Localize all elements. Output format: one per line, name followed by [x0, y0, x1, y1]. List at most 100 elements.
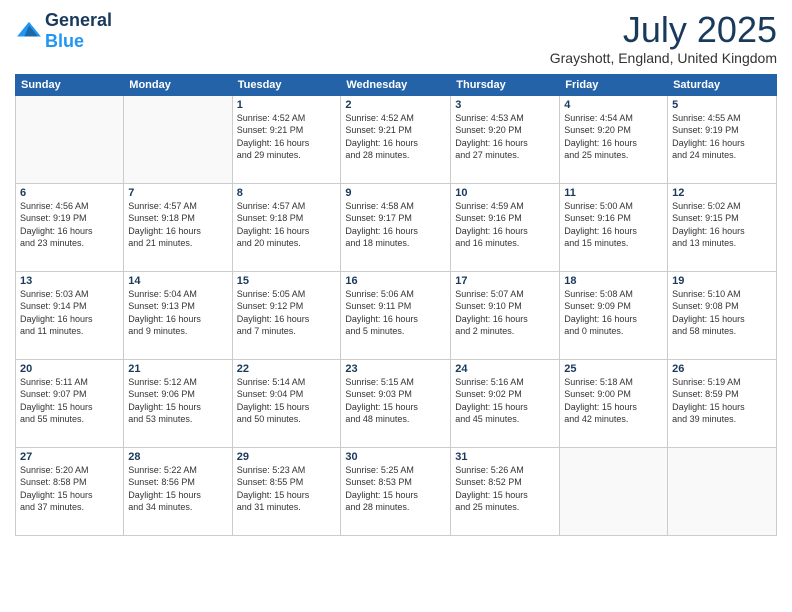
day-number: 30	[345, 451, 446, 463]
calendar-cell: 15Sunrise: 5:05 AM Sunset: 9:12 PM Dayli…	[232, 271, 341, 359]
day-info: Sunrise: 5:10 AM Sunset: 9:08 PM Dayligh…	[672, 288, 772, 338]
calendar-cell: 6Sunrise: 4:56 AM Sunset: 9:19 PM Daylig…	[16, 183, 124, 271]
day-number: 17	[455, 275, 555, 287]
calendar-cell: 21Sunrise: 5:12 AM Sunset: 9:06 PM Dayli…	[124, 359, 232, 447]
day-info: Sunrise: 4:52 AM Sunset: 9:21 PM Dayligh…	[237, 112, 337, 162]
calendar-week-1: 6Sunrise: 4:56 AM Sunset: 9:19 PM Daylig…	[16, 183, 777, 271]
logo-blue: Blue	[45, 31, 84, 51]
calendar-cell: 12Sunrise: 5:02 AM Sunset: 9:15 PM Dayli…	[668, 183, 777, 271]
day-number: 6	[20, 187, 119, 199]
calendar-cell: 24Sunrise: 5:16 AM Sunset: 9:02 PM Dayli…	[451, 359, 560, 447]
day-info: Sunrise: 5:11 AM Sunset: 9:07 PM Dayligh…	[20, 376, 119, 426]
calendar-header-saturday: Saturday	[668, 74, 777, 95]
calendar-header-friday: Friday	[560, 74, 668, 95]
day-info: Sunrise: 5:02 AM Sunset: 9:15 PM Dayligh…	[672, 200, 772, 250]
calendar-cell: 16Sunrise: 5:06 AM Sunset: 9:11 PM Dayli…	[341, 271, 451, 359]
day-number: 13	[20, 275, 119, 287]
calendar-cell: 20Sunrise: 5:11 AM Sunset: 9:07 PM Dayli…	[16, 359, 124, 447]
day-info: Sunrise: 4:54 AM Sunset: 9:20 PM Dayligh…	[564, 112, 663, 162]
calendar-cell: 5Sunrise: 4:55 AM Sunset: 9:19 PM Daylig…	[668, 95, 777, 183]
calendar-cell: 19Sunrise: 5:10 AM Sunset: 9:08 PM Dayli…	[668, 271, 777, 359]
calendar-cell	[668, 447, 777, 535]
month-title: July 2025	[550, 10, 777, 50]
calendar-cell	[560, 447, 668, 535]
calendar-cell: 9Sunrise: 4:58 AM Sunset: 9:17 PM Daylig…	[341, 183, 451, 271]
day-info: Sunrise: 4:55 AM Sunset: 9:19 PM Dayligh…	[672, 112, 772, 162]
day-info: Sunrise: 5:04 AM Sunset: 9:13 PM Dayligh…	[128, 288, 227, 338]
logo-icon	[15, 20, 43, 42]
calendar-cell: 31Sunrise: 5:26 AM Sunset: 8:52 PM Dayli…	[451, 447, 560, 535]
day-number: 24	[455, 363, 555, 375]
day-info: Sunrise: 4:57 AM Sunset: 9:18 PM Dayligh…	[237, 200, 337, 250]
calendar-header-thursday: Thursday	[451, 74, 560, 95]
day-number: 8	[237, 187, 337, 199]
calendar-cell: 29Sunrise: 5:23 AM Sunset: 8:55 PM Dayli…	[232, 447, 341, 535]
day-info: Sunrise: 4:56 AM Sunset: 9:19 PM Dayligh…	[20, 200, 119, 250]
day-info: Sunrise: 5:00 AM Sunset: 9:16 PM Dayligh…	[564, 200, 663, 250]
day-number: 4	[564, 99, 663, 111]
calendar-cell: 4Sunrise: 4:54 AM Sunset: 9:20 PM Daylig…	[560, 95, 668, 183]
day-info: Sunrise: 5:05 AM Sunset: 9:12 PM Dayligh…	[237, 288, 337, 338]
day-number: 27	[20, 451, 119, 463]
calendar-week-3: 20Sunrise: 5:11 AM Sunset: 9:07 PM Dayli…	[16, 359, 777, 447]
calendar-header-wednesday: Wednesday	[341, 74, 451, 95]
calendar-cell: 30Sunrise: 5:25 AM Sunset: 8:53 PM Dayli…	[341, 447, 451, 535]
calendar-cell: 14Sunrise: 5:04 AM Sunset: 9:13 PM Dayli…	[124, 271, 232, 359]
day-info: Sunrise: 5:18 AM Sunset: 9:00 PM Dayligh…	[564, 376, 663, 426]
calendar-cell	[16, 95, 124, 183]
title-block: July 2025 Grayshott, England, United Kin…	[550, 10, 777, 66]
day-number: 2	[345, 99, 446, 111]
day-number: 23	[345, 363, 446, 375]
calendar-week-2: 13Sunrise: 5:03 AM Sunset: 9:14 PM Dayli…	[16, 271, 777, 359]
day-info: Sunrise: 5:07 AM Sunset: 9:10 PM Dayligh…	[455, 288, 555, 338]
calendar-header-tuesday: Tuesday	[232, 74, 341, 95]
day-number: 20	[20, 363, 119, 375]
calendar-week-0: 1Sunrise: 4:52 AM Sunset: 9:21 PM Daylig…	[16, 95, 777, 183]
calendar-cell: 2Sunrise: 4:52 AM Sunset: 9:21 PM Daylig…	[341, 95, 451, 183]
calendar-header-sunday: Sunday	[16, 74, 124, 95]
calendar-header-monday: Monday	[124, 74, 232, 95]
calendar-cell: 3Sunrise: 4:53 AM Sunset: 9:20 PM Daylig…	[451, 95, 560, 183]
day-info: Sunrise: 5:19 AM Sunset: 8:59 PM Dayligh…	[672, 376, 772, 426]
day-info: Sunrise: 4:58 AM Sunset: 9:17 PM Dayligh…	[345, 200, 446, 250]
calendar-cell: 1Sunrise: 4:52 AM Sunset: 9:21 PM Daylig…	[232, 95, 341, 183]
day-number: 5	[672, 99, 772, 111]
day-info: Sunrise: 5:23 AM Sunset: 8:55 PM Dayligh…	[237, 464, 337, 514]
location-title: Grayshott, England, United Kingdom	[550, 50, 777, 66]
day-number: 21	[128, 363, 227, 375]
page: General Blue July 2025 Grayshott, Englan…	[0, 0, 792, 612]
day-info: Sunrise: 5:16 AM Sunset: 9:02 PM Dayligh…	[455, 376, 555, 426]
calendar-header-row: SundayMondayTuesdayWednesdayThursdayFrid…	[16, 74, 777, 95]
day-info: Sunrise: 5:03 AM Sunset: 9:14 PM Dayligh…	[20, 288, 119, 338]
calendar-cell: 28Sunrise: 5:22 AM Sunset: 8:56 PM Dayli…	[124, 447, 232, 535]
day-number: 22	[237, 363, 337, 375]
day-number: 11	[564, 187, 663, 199]
day-info: Sunrise: 5:20 AM Sunset: 8:58 PM Dayligh…	[20, 464, 119, 514]
logo: General Blue	[15, 10, 112, 52]
day-number: 16	[345, 275, 446, 287]
calendar-cell: 10Sunrise: 4:59 AM Sunset: 9:16 PM Dayli…	[451, 183, 560, 271]
calendar-cell: 11Sunrise: 5:00 AM Sunset: 9:16 PM Dayli…	[560, 183, 668, 271]
day-number: 18	[564, 275, 663, 287]
header: General Blue July 2025 Grayshott, Englan…	[15, 10, 777, 66]
calendar-cell: 22Sunrise: 5:14 AM Sunset: 9:04 PM Dayli…	[232, 359, 341, 447]
day-number: 26	[672, 363, 772, 375]
calendar-cell: 26Sunrise: 5:19 AM Sunset: 8:59 PM Dayli…	[668, 359, 777, 447]
day-number: 12	[672, 187, 772, 199]
calendar-week-4: 27Sunrise: 5:20 AM Sunset: 8:58 PM Dayli…	[16, 447, 777, 535]
day-number: 15	[237, 275, 337, 287]
day-number: 31	[455, 451, 555, 463]
day-info: Sunrise: 4:59 AM Sunset: 9:16 PM Dayligh…	[455, 200, 555, 250]
day-info: Sunrise: 5:06 AM Sunset: 9:11 PM Dayligh…	[345, 288, 446, 338]
calendar-cell: 17Sunrise: 5:07 AM Sunset: 9:10 PM Dayli…	[451, 271, 560, 359]
calendar-cell: 7Sunrise: 4:57 AM Sunset: 9:18 PM Daylig…	[124, 183, 232, 271]
calendar-cell: 13Sunrise: 5:03 AM Sunset: 9:14 PM Dayli…	[16, 271, 124, 359]
day-info: Sunrise: 5:12 AM Sunset: 9:06 PM Dayligh…	[128, 376, 227, 426]
day-number: 29	[237, 451, 337, 463]
day-number: 10	[455, 187, 555, 199]
day-info: Sunrise: 5:25 AM Sunset: 8:53 PM Dayligh…	[345, 464, 446, 514]
day-info: Sunrise: 4:57 AM Sunset: 9:18 PM Dayligh…	[128, 200, 227, 250]
day-info: Sunrise: 5:26 AM Sunset: 8:52 PM Dayligh…	[455, 464, 555, 514]
day-info: Sunrise: 4:53 AM Sunset: 9:20 PM Dayligh…	[455, 112, 555, 162]
calendar-cell: 27Sunrise: 5:20 AM Sunset: 8:58 PM Dayli…	[16, 447, 124, 535]
